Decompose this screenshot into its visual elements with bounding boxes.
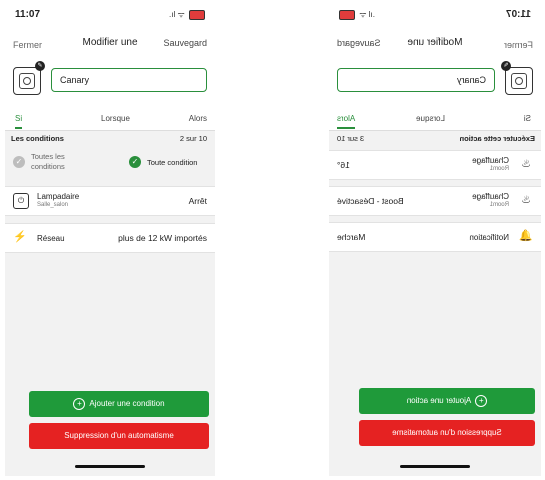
automation-icon-picker[interactable] — [505, 67, 533, 95]
bell-icon: 🔔 — [519, 230, 533, 242]
add-condition-button[interactable]: + Ajouter une condition — [29, 391, 209, 417]
pencil-icon[interactable]: ✎ — [501, 61, 511, 71]
flame-icon: ♨ — [521, 158, 531, 170]
tab-si[interactable]: Si — [15, 114, 23, 129]
conditions-count: 2 sur 10 — [179, 134, 207, 143]
status-bar: 11:07 .ıl ᯤ — [5, 0, 215, 28]
tab-alors[interactable]: Alors — [337, 114, 355, 123]
nav-bar: Fermer Modifier une Sauvegard — [5, 28, 215, 56]
name-area: ✎ Canary — [329, 56, 541, 108]
tab-bar: Si Lorsque Alors — [5, 108, 215, 130]
status-time: 11:07 — [15, 9, 41, 20]
automation-icon — [511, 73, 527, 89]
card-title: Notification — [469, 233, 509, 242]
actions-label: Exécuter cette action — [459, 134, 535, 143]
automation-icon — [19, 73, 35, 89]
conditions-header: Les conditions 2 sur 10 — [5, 130, 215, 147]
card-value: 16° — [337, 160, 350, 170]
add-action-button[interactable]: +Ajouter une action — [359, 388, 535, 414]
pylon-icon: ⚡ — [13, 231, 27, 243]
home-indicator — [400, 465, 470, 468]
option-all-line2: conditions — [31, 162, 65, 171]
save-button[interactable]: Sauvegard — [163, 38, 207, 48]
card-title: Réseau — [37, 234, 65, 243]
tab-bar: Si Lorsque Alors — [329, 108, 541, 130]
match-options: ✓ Toutes les conditions ✓ Toute condition — [5, 146, 215, 178]
card-title: Chauffage — [472, 192, 509, 201]
actions-count: 3 sur 10 — [337, 134, 365, 143]
option-all-conditions[interactable]: ✓ Toutes les conditions — [13, 152, 65, 172]
condition-card-reseau[interactable]: ⚡ Réseau plus de 12 kW importés — [5, 223, 215, 253]
action-card-chauffage-temp[interactable]: ♨ Chauffage Room1 16° — [329, 150, 541, 180]
option-any-label: Toute condition — [147, 157, 198, 167]
condition-card-lampadaire[interactable]: ⏻ Lampadaire Salle_salon Arrêt — [5, 186, 215, 216]
card-value: Marche — [337, 232, 366, 242]
action-card-notification[interactable]: 🔔 Notification Marche — [329, 222, 541, 252]
automation-icon-picker[interactable] — [13, 67, 41, 95]
name-input[interactable]: Canary — [337, 68, 495, 92]
name-input[interactable]: Canary — [51, 68, 207, 92]
action-card-chauffage-boost[interactable]: ♨ Chauffage Room1 Boost - Désactivé — [329, 186, 541, 216]
actions-header: Exécuter cette action 3 sur 10 — [329, 130, 541, 147]
flame-icon: ♨ — [521, 194, 531, 206]
plus-icon: + — [73, 397, 86, 410]
option-all-label: Toutes les conditions — [31, 152, 65, 172]
left-phone-screen: 11:07 .ıl ᯤ Fermer Modifier une Sauvegar… — [5, 0, 215, 476]
power-icon: ⏻ — [13, 193, 29, 209]
delete-automation-button[interactable]: Suppression d'un automatisme — [29, 423, 209, 449]
card-title: Chauffage — [472, 156, 509, 165]
pencil-icon[interactable]: ✎ — [35, 61, 45, 71]
status-bar: 11:07 .ıl ᯤ — [329, 0, 541, 28]
home-indicator — [75, 465, 145, 468]
signal-wifi-icons: .ıl ᯤ — [339, 9, 375, 20]
check-icon: ✓ — [13, 156, 25, 168]
tab-lorsque[interactable]: Lorsque — [416, 114, 445, 123]
check-icon: ✓ — [129, 156, 141, 168]
delete-automation-button[interactable]: Suppression d'un automatisme — [359, 420, 535, 446]
tab-si[interactable]: Si — [524, 114, 531, 123]
conditions-label: Les conditions — [11, 134, 64, 143]
plus-icon: + — [475, 394, 488, 407]
add-condition-label: Ajouter une condition — [89, 399, 165, 408]
battery-icon — [339, 9, 355, 20]
signal-wifi-icons: .ıl ᯤ — [169, 9, 205, 20]
battery-icon — [189, 9, 205, 20]
card-title: Lampadaire — [37, 192, 80, 201]
right-phone-screen: 11:07 .ıl ᯤ Fermer Modifier une Sauvegar… — [329, 0, 541, 476]
add-action-label: Ajouter une action — [406, 396, 472, 405]
name-area: ✎ Canary — [5, 56, 215, 108]
option-all-line1: Toutes les — [31, 152, 65, 161]
card-value: Boost - Désactivé — [337, 196, 404, 206]
option-any-condition[interactable]: ✓ Toute condition — [129, 156, 197, 168]
tab-alors[interactable]: Alors — [189, 114, 207, 123]
status-time: 11:07 — [505, 9, 531, 20]
tab-lorsque[interactable]: Lorsque — [101, 114, 130, 123]
save-button[interactable]: Sauvegard — [337, 38, 381, 48]
card-value: Arrêt — [188, 196, 207, 206]
nav-bar: Fermer Modifier une Sauvegard — [329, 28, 541, 56]
card-subtitle: Salle_salon — [37, 202, 69, 208]
card-subtitle: Room1 — [489, 202, 509, 208]
card-subtitle: Room1 — [489, 166, 509, 172]
card-value: plus de 12 kW importés — [118, 233, 207, 243]
